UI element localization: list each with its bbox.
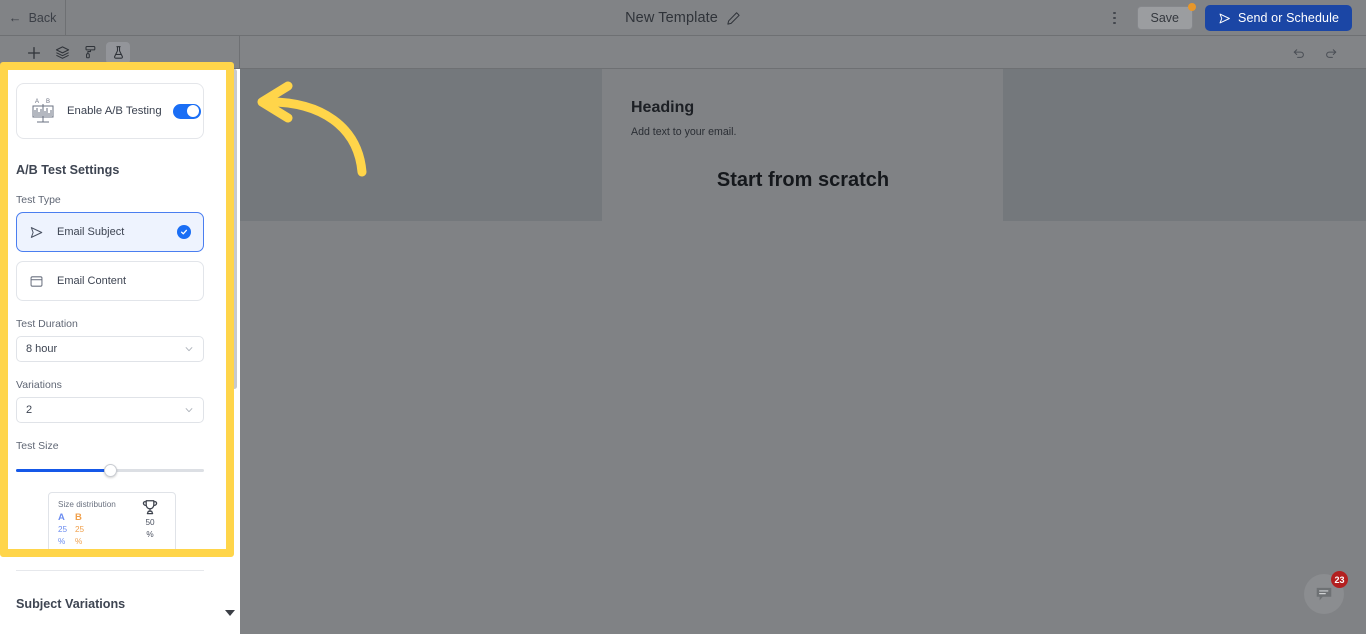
plus-icon [27,46,41,59]
header-actions: Save Send or Schedule [1097,0,1366,36]
distribution-a-percent-sign: % [58,537,66,546]
app-root: ← Back New Template Save Send or Schedul… [0,0,1366,634]
chat-bubble-icon [1316,587,1332,601]
paint-roller-icon-button[interactable] [78,42,102,64]
ab-testing-panel: A B Enable A/B Testing A/B Test Settings… [0,69,240,634]
save-button-label: Save [1150,11,1180,25]
toolbar-history [1288,36,1366,69]
test-size-slider[interactable] [16,462,204,478]
layers-icon [55,46,69,59]
test-duration-select[interactable]: 8 hour [16,336,204,362]
canvas-heading[interactable]: Heading [631,99,694,117]
slider-thumb[interactable] [104,464,117,477]
unsaved-changes-dot [1188,3,1197,11]
size-distribution-card: Size distribution A 25 % B 25 % 50 % [48,492,176,554]
distribution-a-value: 25 [58,525,68,534]
distribution-b-percent-sign: % [75,537,83,546]
back-arrow-icon: ← [8,10,22,25]
variations-value: 2 [26,404,33,416]
test-size-label: Test Size [16,440,59,452]
panel-scrollbar[interactable] [232,69,237,389]
caret-down-icon[interactable] [225,610,235,616]
pencil-icon[interactable] [726,11,741,26]
slider-fill [16,469,110,472]
test-type-option-label: Email Content [57,275,127,287]
chat-widget-button[interactable]: 23 [1304,571,1348,614]
panel-scroll-area: A B Enable A/B Testing A/B Test Settings… [0,69,240,560]
subject-variations-heading: Subject Variations [16,597,126,611]
ab-test-settings-heading: A/B Test Settings [16,163,120,177]
section-divider [16,570,204,571]
send-plane-icon [30,226,43,238]
save-button[interactable]: Save [1136,3,1197,30]
distribution-winner-percent-sign: % [146,530,154,539]
canvas-block-right[interactable] [1003,69,1366,221]
top-header-bar: ← Back New Template Save Send or Schedul… [0,0,1366,36]
test-duration-value: 8 hour [26,343,58,355]
trophy-icon [142,500,158,515]
svg-text:B: B [46,99,50,105]
redo-arrow-icon [1326,48,1337,58]
distribution-a-letter: A [58,512,65,523]
paint-roller-icon [84,45,95,59]
undo-button[interactable] [1288,42,1310,64]
redo-button[interactable] [1320,42,1342,64]
flask-icon [113,46,123,59]
subject-variations-section: Subject Variations [0,560,240,634]
test-type-label: Test Type [16,194,61,206]
canvas-block-middle[interactable] [603,69,1003,221]
back-button[interactable]: ← Back [0,0,66,36]
enable-ab-testing-card[interactable]: A B Enable A/B Testing [16,83,204,139]
test-type-option-label: Email Subject [57,226,125,238]
back-button-label: Back [28,10,57,25]
send-plane-icon [1219,13,1230,23]
test-duration-label: Test Duration [16,318,78,330]
send-or-schedule-button[interactable]: Send or Schedule [1205,5,1352,31]
distribution-winner-value: 50 [145,518,155,527]
enable-ab-testing-label: Enable A/B Testing [67,105,162,117]
distribution-column-b: B 25 % [75,512,92,547]
variations-select[interactable]: 2 [16,397,204,423]
window-icon [30,275,43,287]
editor-toolbar [0,36,1366,69]
canvas-subtext[interactable]: Add text to your email. [631,126,736,138]
plus-icon-button[interactable] [22,42,46,64]
chevron-down-icon [185,347,193,352]
start-from-scratch-text[interactable]: Start from scratch [603,169,1003,192]
distribution-b-value: 25 [75,525,85,534]
email-canvas: Heading Add text to your email. Start fr… [240,69,1366,634]
send-button-label: Send or Schedule [1238,11,1339,25]
test-type-option-email-subject[interactable]: Email Subject [16,212,204,252]
chat-unread-badge: 23 [1331,571,1348,588]
variations-label: Variations [16,379,62,391]
toolbar-tools [0,36,240,69]
chevron-down-icon [185,408,193,413]
svg-text:A: A [35,99,39,105]
layers-icon-button[interactable] [50,42,74,64]
ab-testing-icon-button[interactable] [106,41,130,64]
toggle-knob [187,105,200,117]
test-type-option-email-content[interactable]: Email Content [16,261,204,301]
page-title: New Template [625,10,718,26]
enable-ab-testing-toggle[interactable] [172,103,201,119]
selected-check-icon [177,225,191,239]
ab-chart-icon: A B [32,99,54,123]
distribution-column-a: A 25 % [58,512,75,547]
undo-arrow-icon [1293,48,1304,58]
distribution-b-letter: B [75,512,82,523]
distribution-column-winner: 50 % [135,499,165,540]
canvas-block-left[interactable] [240,69,602,221]
kebab-menu-icon[interactable] [1105,7,1125,29]
